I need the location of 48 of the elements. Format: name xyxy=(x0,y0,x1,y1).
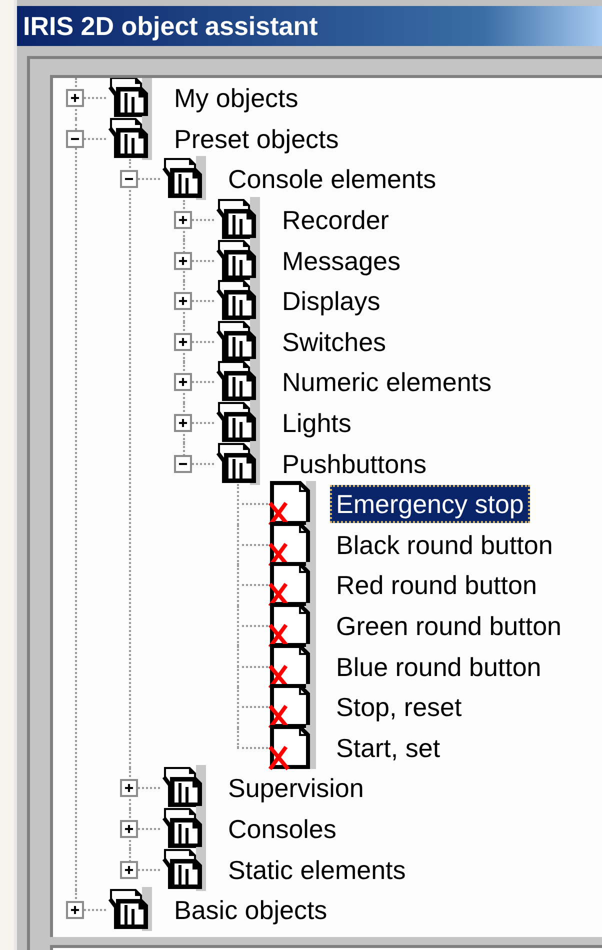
tree-item[interactable]: Lights xyxy=(276,404,358,442)
tree-item[interactable]: Static elements xyxy=(222,850,412,889)
page-cross-icon xyxy=(268,481,316,528)
tree-item[interactable]: Emergency stop xyxy=(330,485,530,524)
pages-stack-icon xyxy=(214,440,262,487)
expand-icon[interactable] xyxy=(174,211,192,230)
tree-item[interactable]: Preset objects xyxy=(168,120,345,158)
expand-icon[interactable] xyxy=(174,332,192,351)
expand-icon[interactable] xyxy=(66,901,84,920)
pages-stack-icon xyxy=(160,846,208,893)
expand-icon[interactable] xyxy=(120,779,138,798)
collapse-icon[interactable] xyxy=(66,130,84,148)
pages-stack-icon xyxy=(106,887,154,934)
page-cross-icon xyxy=(268,644,316,690)
tree-item[interactable]: Stop, reset xyxy=(330,688,468,726)
page-cross-icon xyxy=(268,562,316,608)
expand-icon[interactable] xyxy=(174,252,192,270)
page-cross-icon xyxy=(268,684,316,730)
tree-item[interactable]: Pushbuttons xyxy=(276,444,433,483)
pages-stack-icon xyxy=(160,156,208,202)
expand-icon[interactable] xyxy=(174,414,192,432)
window-title: IRIS 2D object assistant xyxy=(17,6,602,46)
tree-item[interactable]: Displays xyxy=(276,282,386,320)
collapse-icon[interactable] xyxy=(174,454,192,473)
expand-icon[interactable] xyxy=(174,373,192,392)
tree-item[interactable]: Start, set xyxy=(330,728,446,767)
tree-item[interactable]: Switches xyxy=(276,322,392,361)
page-cross-icon xyxy=(268,522,316,568)
tree-item[interactable]: Basic objects xyxy=(168,891,334,930)
tree-item[interactable]: Black round button xyxy=(330,526,559,564)
tree-item[interactable]: Supervision xyxy=(222,769,370,808)
tree-item[interactable]: My objects xyxy=(168,79,304,118)
expand-icon[interactable] xyxy=(120,860,138,879)
expand-icon[interactable] xyxy=(120,820,138,838)
expand-icon[interactable] xyxy=(174,292,192,310)
tree-item[interactable]: Green round button xyxy=(330,607,568,646)
expand-icon[interactable] xyxy=(66,89,84,108)
page-cross-icon xyxy=(268,724,316,771)
page-cross-icon xyxy=(268,603,316,650)
collapse-icon[interactable] xyxy=(120,170,138,188)
pages-stack-icon xyxy=(106,116,154,162)
tree-item[interactable]: Red round button xyxy=(330,566,543,604)
tree-item[interactable]: Blue round button xyxy=(330,648,548,686)
tree-item[interactable]: Recorder xyxy=(276,201,395,240)
tree-item[interactable]: Numeric elements xyxy=(276,363,498,402)
tree-item[interactable]: Consoles xyxy=(222,810,342,848)
tree-item[interactable]: Messages xyxy=(276,242,406,280)
tree-item[interactable]: Console elements xyxy=(222,160,442,198)
